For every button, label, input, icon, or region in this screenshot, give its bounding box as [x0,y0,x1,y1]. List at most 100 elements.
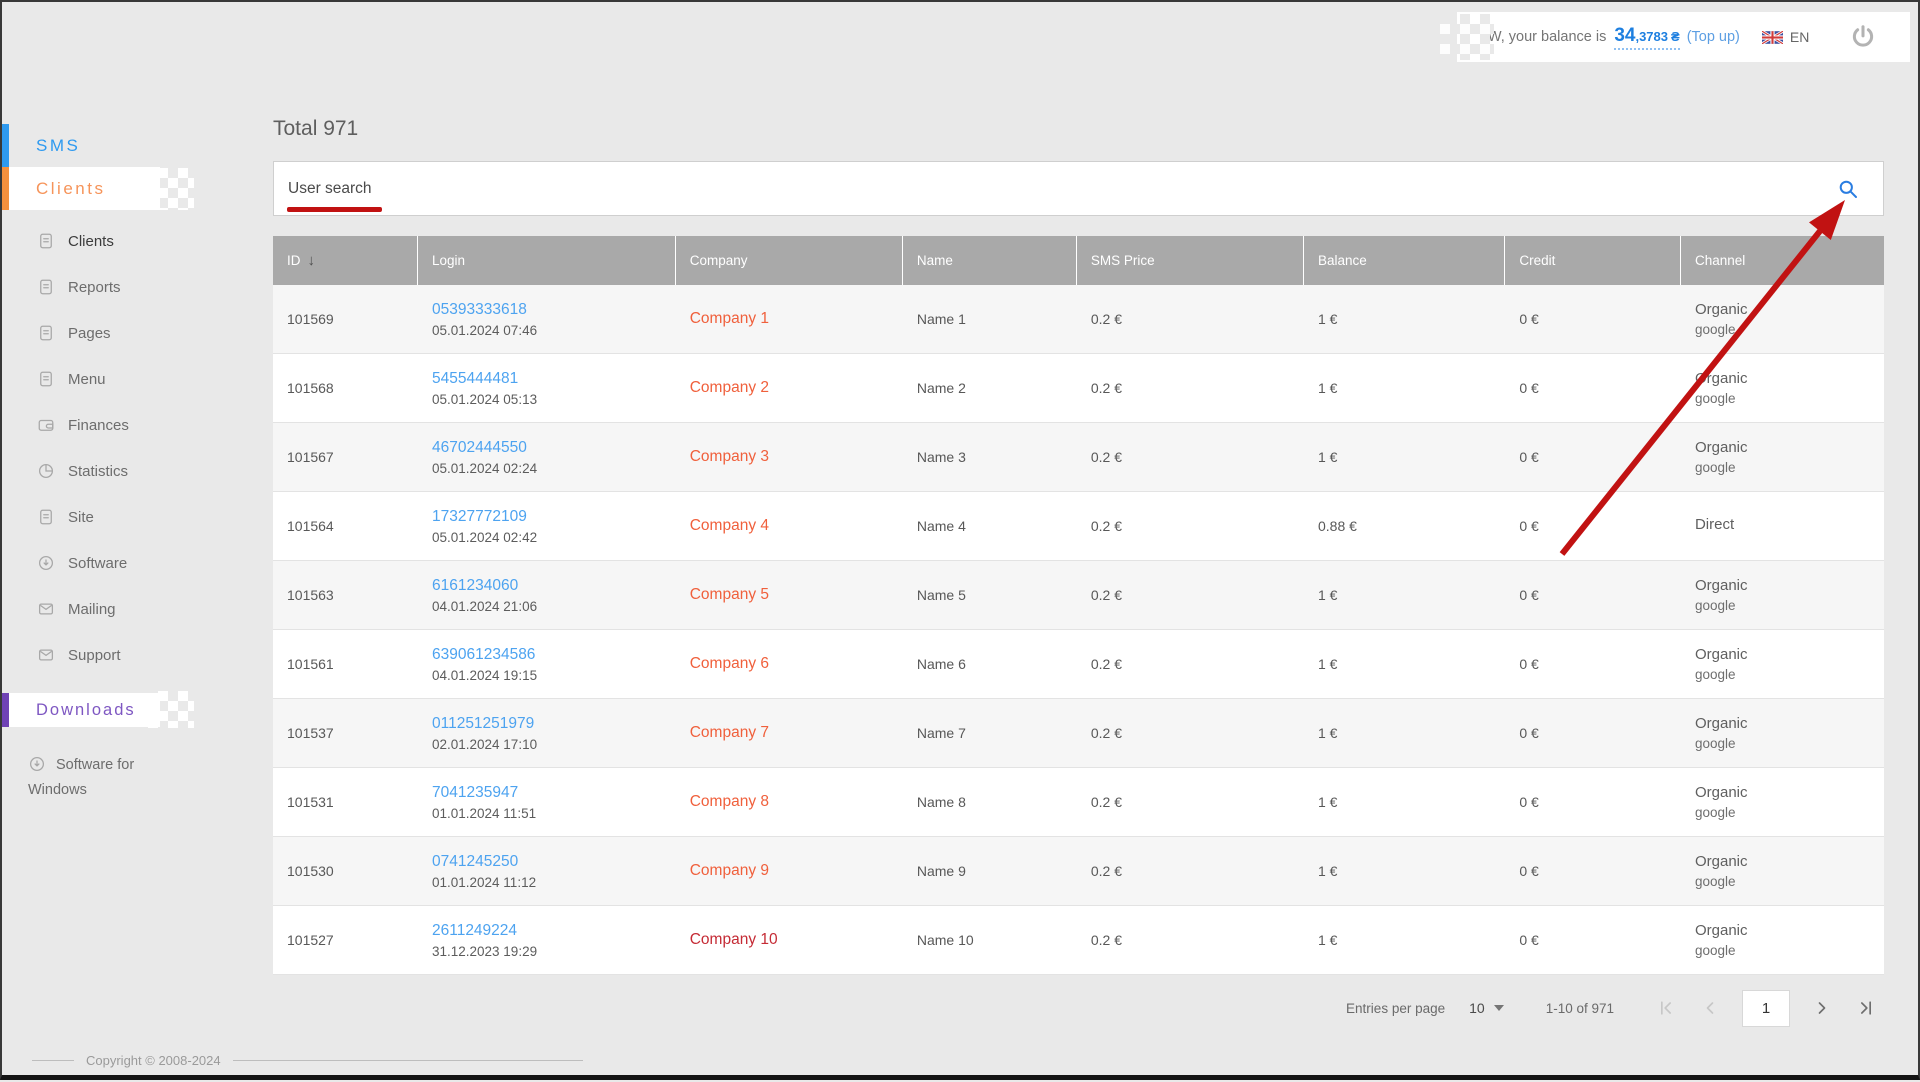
download-icon [28,755,46,773]
login-date: 05.01.2024 02:24 [431,460,538,476]
cell-sms-price: 0.2 € [1090,518,1122,534]
login-link[interactable]: 7041235947 [432,784,518,801]
cell-company[interactable]: Company 3 [676,448,903,466]
login-link[interactable]: 6161234060 [432,577,518,594]
cell-credit: 0 € [1519,794,1539,810]
sidebar-item-clients[interactable]: Clients [2,218,268,264]
cell-sms-price: 0.2 € [1090,932,1122,948]
column-header-company[interactable]: Company [676,236,903,285]
balance-link[interactable]: 34,3783 ₴ [1614,25,1680,50]
cell-name: Name 2 [916,380,966,396]
login-link[interactable]: 46702444550 [432,439,527,456]
cell-company[interactable]: Company 4 [676,517,903,535]
sidebar-item-label: Software [68,554,128,572]
document-icon [37,508,55,526]
balance-prefix: TW, your balance is [1479,28,1607,45]
login-link[interactable]: 011251251979 [432,715,534,732]
sidebar-section-clients[interactable]: Clients [2,167,160,210]
document-icon [37,324,55,342]
table-header: ID ↓ Login Company Name SMS Price Balanc… [273,236,1884,285]
sidebar-item-support[interactable]: Support [2,632,268,678]
sidebar-item-software[interactable]: Software [2,540,268,586]
uk-flag-icon [1761,30,1783,44]
cell-company[interactable]: Company 10 [676,931,903,949]
cell-login: 7041235947 01.01.2024 11:51 [418,784,676,821]
current-page-input[interactable]: 1 [1742,989,1790,1027]
caret-down-icon [1493,1005,1504,1011]
login-date: 01.01.2024 11:12 [431,874,537,890]
cell-company[interactable]: Company 5 [676,586,903,604]
top-up-link[interactable]: (Top up) [1687,29,1740,45]
cell-company[interactable]: Company 9 [676,862,903,880]
document-icon [37,232,55,250]
last-page-button[interactable] [1848,994,1884,1022]
cell-login: 639061234586 04.01.2024 19:15 [418,646,676,683]
column-header-name[interactable]: Name [903,236,1077,285]
cell-balance: 1 € [1318,794,1338,810]
power-icon [1853,25,1874,47]
sidebar-item-software-for-windows[interactable]: Software for Windows [2,753,142,803]
login-link[interactable]: 5455444481 [432,370,518,387]
column-header-sms-price[interactable]: SMS Price [1077,236,1304,285]
sidebar-item-label: Reports [68,278,121,296]
cell-name: Name 4 [916,518,966,534]
cell-channel: Organic google [1694,439,1748,475]
sidebar-item-mailing[interactable]: Mailing [2,586,268,632]
column-header-credit[interactable]: Credit [1505,236,1681,285]
cell-sms-price: 0.2 € [1090,725,1122,741]
sidebar-item-pages[interactable]: Pages [2,310,268,356]
pagination-controls: 1 [1648,989,1884,1027]
login-link[interactable]: 0741245250 [432,853,518,870]
language-selector[interactable]: EN [1761,29,1809,45]
logout-button[interactable] [1849,23,1877,51]
column-header-balance[interactable]: Balance [1304,236,1506,285]
login-link[interactable]: 2611249224 [432,922,517,939]
table-row: 101527 2611249224 31.12.2023 19:29 Compa… [273,906,1884,975]
column-header-login[interactable]: Login [418,236,676,285]
cell-credit: 0 € [1519,656,1539,672]
sidebar-item-finances[interactable]: Finances [2,402,268,448]
sidebar-section-downloads[interactable]: Downloads [2,693,160,727]
search-input[interactable] [274,162,1837,215]
cell-company[interactable]: Company 6 [676,655,903,673]
login-date: 02.01.2024 17:10 [431,736,538,752]
first-page-button[interactable] [1648,994,1684,1022]
login-date: 04.01.2024 21:06 [431,598,538,614]
sidebar-item-statistics[interactable]: Statistics [2,448,268,494]
login-link[interactable]: 17327772109 [432,508,527,525]
sidebar-item-reports[interactable]: Reports [2,264,268,310]
cell-credit: 0 € [1519,380,1539,396]
cell-id: 101537 [287,725,334,741]
last-page-icon [1861,1001,1871,1015]
cell-company[interactable]: Company 7 [676,724,903,742]
search-button[interactable] [1837,178,1883,200]
pagination-range: 1-10 of 971 [1545,1000,1614,1016]
sidebar-section-sms[interactable]: SMS [2,124,160,167]
chevron-right-icon [1818,1002,1826,1014]
topbar: TW, your balance is 34,3783 ₴ (Top up) EN [1457,12,1910,62]
cell-channel: Organic google [1694,715,1748,751]
column-header-id[interactable]: ID ↓ [273,236,418,285]
sidebar-item-menu[interactable]: Menu [2,356,268,402]
cell-sms-price: 0.2 € [1090,656,1122,672]
login-date: 01.01.2024 11:51 [431,805,537,821]
table-row: 101531 7041235947 01.01.2024 11:51 Compa… [273,768,1884,837]
login-link[interactable]: 05393333618 [432,301,527,318]
cell-company[interactable]: Company 1 [676,310,903,328]
next-page-button[interactable] [1804,994,1840,1022]
prev-page-button[interactable] [1692,994,1728,1022]
sidebar-section-label: SMS [36,135,81,155]
cell-credit: 0 € [1519,449,1539,465]
table-body: 101569 05393333618 05.01.2024 07:46 Comp… [273,285,1884,975]
page-size-select[interactable]: 10 [1469,1000,1504,1016]
cell-company[interactable]: Company 8 [676,793,903,811]
login-link[interactable]: 639061234586 [432,646,535,663]
column-header-channel[interactable]: Channel [1681,236,1884,285]
cell-balance: 1 € [1318,725,1338,741]
cell-balance: 0.88 € [1318,518,1357,534]
cell-name: Name 1 [916,311,966,327]
cell-company[interactable]: Company 2 [676,379,903,397]
sidebar-item-site[interactable]: Site [2,494,268,540]
download-icon [37,554,55,572]
cell-login: 17327772109 05.01.2024 02:42 [418,508,676,545]
